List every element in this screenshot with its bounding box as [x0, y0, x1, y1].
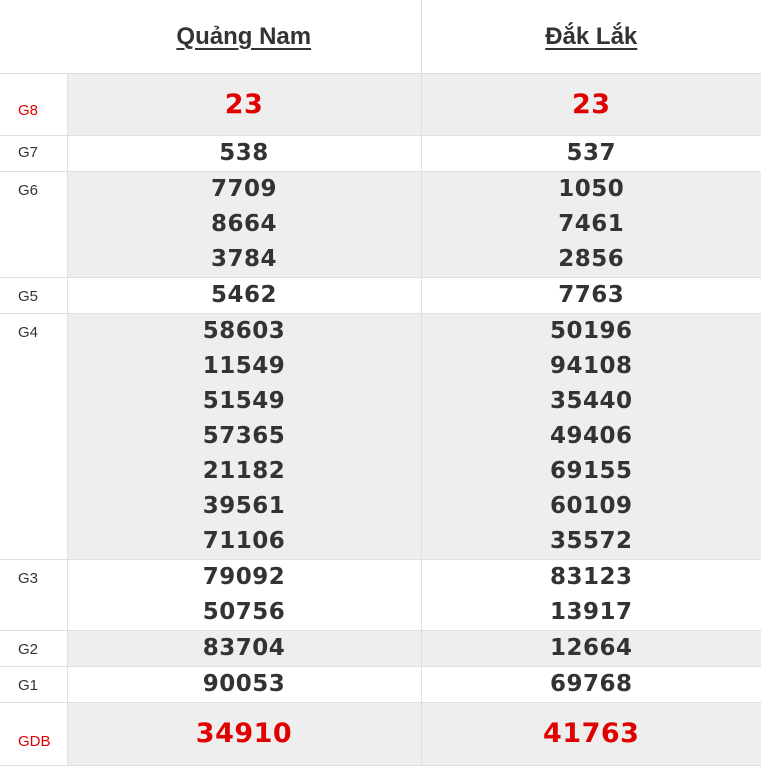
prize-number: 83704 [68, 631, 421, 666]
prize-number: 58603 [68, 314, 421, 349]
province-header-dak-lak[interactable]: Đắk Lắk [421, 0, 761, 74]
prize-values-province-2: 23 [421, 74, 761, 136]
prize-number: 13917 [422, 595, 761, 630]
prize-values-province-1: 538 [67, 136, 421, 172]
prize-label: G3 [0, 560, 67, 631]
prize-values-province-2: 69768 [421, 667, 761, 703]
prize-values-province-1: 58603 11549 51549 57365 21182 39561 7110… [67, 314, 421, 560]
prize-number: 21182 [68, 454, 421, 489]
prize-number: 3784 [68, 242, 421, 277]
lottery-results-table: Quảng Nam Đắk Lắk G8 23 23 G7 538 537 G6 [0, 0, 761, 766]
prize-values-province-1: 23 [67, 74, 421, 136]
prize-number: 2856 [422, 242, 761, 277]
prize-values-province-1: 5462 [67, 278, 421, 314]
prize-values-province-1: 7709 8664 3784 [67, 172, 421, 278]
prize-number: 39561 [68, 489, 421, 524]
corner-cell [0, 0, 67, 74]
prize-values-province-2: 41763 [421, 703, 761, 766]
prize-number-special: 41763 [422, 703, 761, 765]
prize-number: 57365 [68, 419, 421, 454]
prize-row-g1: G1 90053 69768 [0, 667, 761, 703]
prize-values-province-1: 90053 [67, 667, 421, 703]
prize-row-g8: G8 23 23 [0, 74, 761, 136]
prize-label: G5 [0, 278, 67, 314]
prize-label: G1 [0, 667, 67, 703]
prize-label: G7 [0, 136, 67, 172]
prize-row-g4: G4 58603 11549 51549 57365 21182 39561 7… [0, 314, 761, 560]
province-header-quang-nam[interactable]: Quảng Nam [67, 0, 421, 74]
prize-number: 538 [68, 136, 421, 171]
prize-number: 69155 [422, 454, 761, 489]
prize-number: 71106 [68, 524, 421, 559]
prize-label: G4 [0, 314, 67, 560]
prize-number: 90053 [68, 667, 421, 702]
prize-values-province-2: 12664 [421, 631, 761, 667]
prize-number: 8664 [68, 207, 421, 242]
header-row: Quảng Nam Đắk Lắk [0, 0, 761, 74]
prize-row-g3: G3 79092 50756 83123 13917 [0, 560, 761, 631]
prize-number: 7763 [422, 278, 761, 313]
prize-number: 50756 [68, 595, 421, 630]
prize-values-province-1: 79092 50756 [67, 560, 421, 631]
prize-number: 11549 [68, 349, 421, 384]
prize-number: 23 [68, 74, 421, 135]
prize-number: 35572 [422, 524, 761, 559]
prize-number: 49406 [422, 419, 761, 454]
prize-number: 50196 [422, 314, 761, 349]
prize-number: 60109 [422, 489, 761, 524]
prize-number: 23 [422, 74, 761, 135]
prize-number: 51549 [68, 384, 421, 419]
prize-number-special: 34910 [68, 703, 421, 765]
prize-values-province-2: 50196 94108 35440 49406 69155 60109 3557… [421, 314, 761, 560]
prize-number: 79092 [68, 560, 421, 595]
prize-number: 94108 [422, 349, 761, 384]
prize-values-province-2: 83123 13917 [421, 560, 761, 631]
prize-label: G2 [0, 631, 67, 667]
prize-number: 7461 [422, 207, 761, 242]
prize-label: GDB [0, 703, 67, 766]
prize-label: G6 [0, 172, 67, 278]
prize-row-g6: G6 7709 8664 3784 1050 7461 2856 [0, 172, 761, 278]
prize-number: 83123 [422, 560, 761, 595]
prize-row-g5: G5 5462 7763 [0, 278, 761, 314]
prize-number: 537 [422, 136, 761, 171]
prize-number: 12664 [422, 631, 761, 666]
prize-values-province-1: 34910 [67, 703, 421, 766]
prize-number: 1050 [422, 172, 761, 207]
prize-row-gdb: GDB 34910 41763 [0, 703, 761, 766]
prize-values-province-2: 7763 [421, 278, 761, 314]
prize-number: 7709 [68, 172, 421, 207]
prize-number: 5462 [68, 278, 421, 313]
prize-label: G8 [0, 74, 67, 136]
prize-number: 35440 [422, 384, 761, 419]
prize-values-province-2: 537 [421, 136, 761, 172]
prize-number: 69768 [422, 667, 761, 702]
prize-row-g2: G2 83704 12664 [0, 631, 761, 667]
prize-row-g7: G7 538 537 [0, 136, 761, 172]
prize-values-province-1: 83704 [67, 631, 421, 667]
prize-values-province-2: 1050 7461 2856 [421, 172, 761, 278]
